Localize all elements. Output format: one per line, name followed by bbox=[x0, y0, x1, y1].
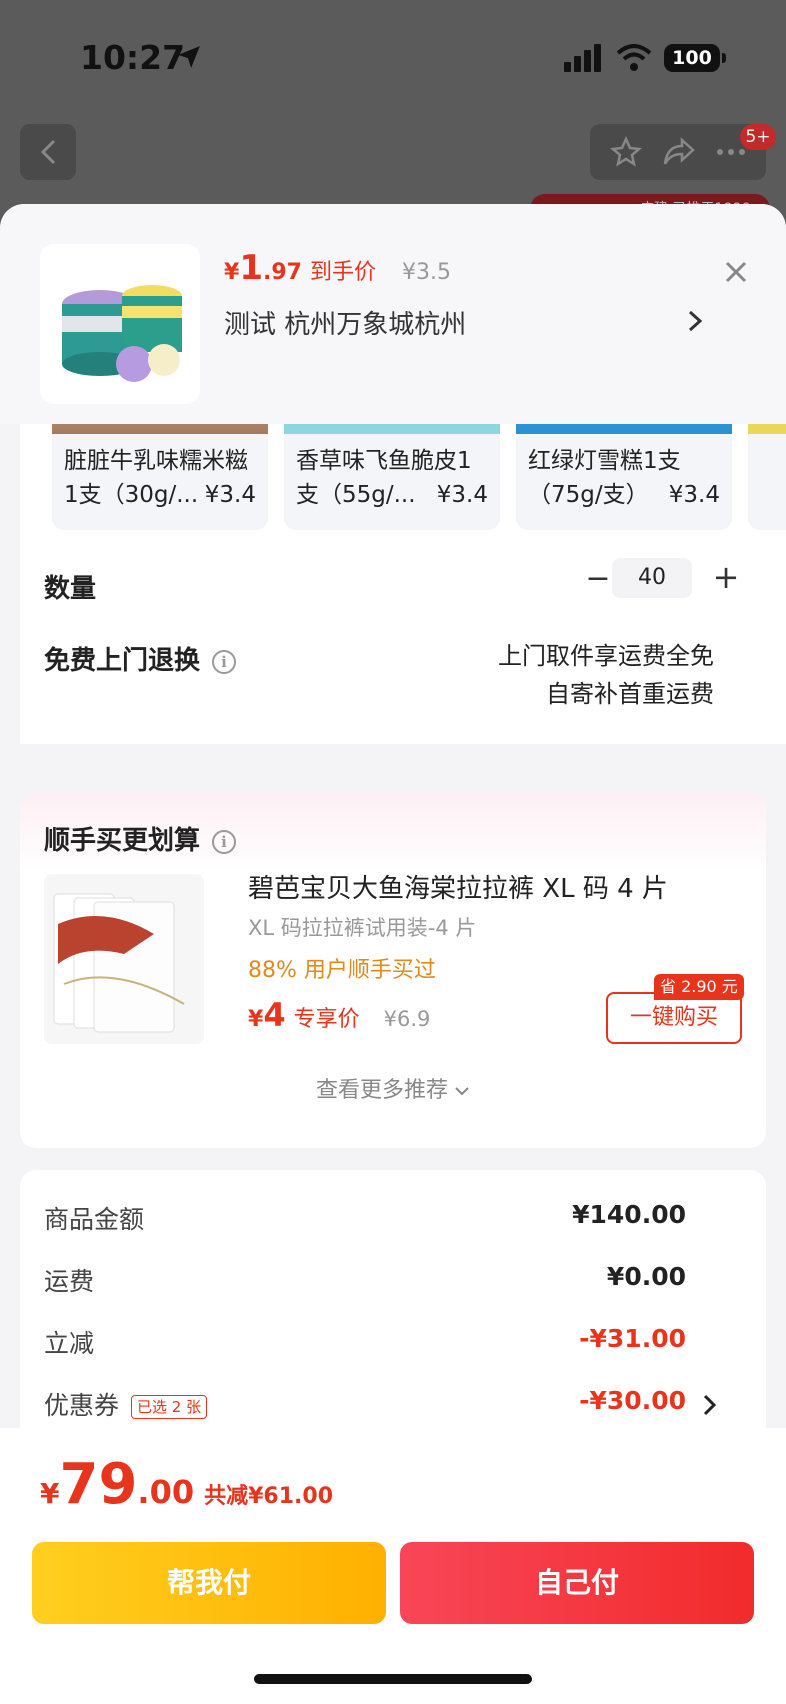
variant-quantity-card: 脏脏牛乳味糯米糍 1支（30g/... ¥3.4 香草味飞鱼脆皮1 支（55g/.… bbox=[20, 384, 786, 744]
variant-name: 香草味飞鱼脆皮1 bbox=[296, 448, 472, 474]
variant-price: ¥3.4 bbox=[436, 482, 488, 508]
chevron-right-icon[interactable] bbox=[684, 304, 708, 338]
price-integer: 1 bbox=[239, 248, 263, 288]
pay-myself-button[interactable]: 自己付 bbox=[400, 1542, 754, 1624]
total-integer: 79 bbox=[59, 1452, 138, 1517]
free-return-self-ship-text: 自寄补首重运费 bbox=[546, 680, 714, 708]
savings-badge: 省 2.90 元 bbox=[654, 974, 744, 1000]
location-arrow-icon bbox=[178, 46, 200, 68]
delivery-address[interactable]: 测试 杭州万象城杭州 bbox=[224, 304, 466, 341]
diaper-pack-image bbox=[44, 874, 204, 1044]
summary-label: 优惠券 已选 2 张 bbox=[44, 1386, 208, 1422]
favorite-star-icon[interactable] bbox=[610, 136, 642, 168]
coupon-label: 优惠券 bbox=[44, 1391, 120, 1420]
cellular-signal-icon bbox=[564, 44, 601, 72]
summary-label: 运费 bbox=[44, 1267, 95, 1296]
payment-bar: ¥ 79 .00 共减¥61.00 帮我付 自己付 bbox=[0, 1428, 786, 1704]
summary-row-coupon[interactable]: 优惠券 已选 2 张 -¥30.00 bbox=[44, 1386, 742, 1426]
message-count-badge: 5+ bbox=[740, 124, 776, 150]
total-currency: ¥ bbox=[40, 1477, 60, 1510]
original-price: ¥3.5 bbox=[401, 260, 451, 285]
variant-spec: 支（55g/... bbox=[296, 482, 416, 508]
price-decimal: .97 bbox=[262, 260, 302, 285]
variant-price: ¥3.4 bbox=[204, 482, 256, 508]
summary-row-shipping: 运费 ¥0.00 bbox=[44, 1262, 742, 1302]
more-recommendations-text: 查看更多推荐 bbox=[315, 1078, 448, 1103]
wifi-icon bbox=[616, 44, 652, 71]
chevron-down-icon bbox=[455, 1087, 469, 1096]
share-icon[interactable] bbox=[662, 137, 696, 167]
variant-name: 脏脏牛乳味糯米糍 bbox=[64, 448, 248, 474]
product-thumbnail bbox=[40, 244, 200, 404]
final-price-tag: 到手价 bbox=[309, 260, 376, 285]
close-icon[interactable] bbox=[722, 258, 750, 286]
info-icon[interactable]: i bbox=[212, 649, 237, 674]
quantity-decrease-button[interactable]: − bbox=[580, 560, 616, 600]
recommendation-price-row: ¥ 4 专享价 ¥6.9 bbox=[248, 996, 430, 1034]
battery-icon: 100 bbox=[664, 44, 726, 72]
chevron-left-icon bbox=[40, 139, 56, 165]
recommendation-price-currency: ¥ bbox=[248, 1007, 264, 1032]
total-saved: 共减¥61.00 bbox=[204, 1484, 334, 1509]
total-price-row: ¥ 79 .00 共减¥61.00 bbox=[40, 1452, 333, 1517]
recommendation-original-price: ¥6.9 bbox=[383, 1007, 431, 1031]
summary-value: ¥0.00 bbox=[606, 1262, 686, 1291]
more-dots-icon[interactable] bbox=[716, 147, 746, 157]
chevron-right-icon[interactable] bbox=[702, 1392, 718, 1418]
free-return-pickup-text: 上门取件享运费全免 bbox=[498, 642, 714, 670]
recommendation-title-text: 顺手买更划算 bbox=[44, 826, 201, 856]
free-return-text: 免费上门退换 bbox=[44, 646, 201, 676]
summary-value: -¥30.00 bbox=[579, 1386, 686, 1415]
variant-price: ¥3.4 bbox=[668, 482, 720, 508]
recommendation-title: 顺手买更划算 i bbox=[44, 820, 237, 857]
quantity-input[interactable]: 40 bbox=[612, 558, 692, 598]
quantity-label: 数量 bbox=[44, 574, 97, 604]
variant-spec: 1支（30g/... bbox=[64, 482, 199, 508]
back-button[interactable] bbox=[20, 124, 76, 180]
info-icon[interactable]: i bbox=[212, 829, 237, 854]
recommendation-product-image[interactable] bbox=[44, 874, 204, 1044]
recommendation-card: 顺手买更划算 i 碧芭宝贝大鱼海棠拉拉裤 XL 码 4 片 XL 码拉拉裤试用装-… bbox=[20, 792, 766, 1148]
recommendation-product-spec: XL 码拉拉裤试用装-4 片 bbox=[248, 916, 477, 940]
product-price-row: ¥ 1 .97 到手价 ¥3.5 bbox=[224, 248, 451, 288]
recommendation-product-name[interactable]: 碧芭宝贝大鱼海棠拉拉裤 XL 码 4 片 bbox=[248, 868, 668, 905]
variant-spec: （75g/支） bbox=[528, 482, 649, 508]
status-time: 10:27 bbox=[80, 38, 186, 77]
sheet-header: ¥ 1 .97 到手价 ¥3.5 测试 杭州万象城杭州 bbox=[0, 204, 786, 424]
summary-label: 立减 bbox=[44, 1329, 95, 1358]
help-me-pay-button[interactable]: 帮我付 bbox=[32, 1542, 386, 1624]
ice-cream-tubs-image bbox=[40, 244, 200, 404]
recommendation-bought-rate: 88% 用户顺手买过 bbox=[248, 958, 436, 983]
variant-name: 红绿灯雪糕1支 bbox=[528, 448, 681, 474]
summary-value: -¥31.00 bbox=[579, 1324, 686, 1353]
summary-label: 商品金额 bbox=[44, 1205, 145, 1234]
summary-row-goods-amount: 商品金额 ¥140.00 bbox=[44, 1200, 742, 1240]
summary-row-instant-discount: 立减 -¥31.00 bbox=[44, 1324, 742, 1364]
total-decimal: .00 bbox=[137, 1473, 195, 1511]
coupon-selected-badge: 已选 2 张 bbox=[131, 1395, 208, 1419]
price-currency: ¥ bbox=[224, 260, 240, 285]
exclusive-price-tag: 专享价 bbox=[293, 1007, 360, 1032]
home-indicator bbox=[254, 1674, 532, 1684]
free-return-label: 免费上门退换 i bbox=[44, 640, 237, 677]
status-bar: 10:27 100 bbox=[0, 0, 786, 115]
summary-value: ¥140.00 bbox=[572, 1200, 686, 1229]
quantity-increase-button[interactable]: + bbox=[708, 558, 744, 598]
recommendation-price: 4 bbox=[263, 996, 286, 1034]
more-recommendations-link[interactable]: 查看更多推荐 bbox=[20, 1072, 766, 1104]
